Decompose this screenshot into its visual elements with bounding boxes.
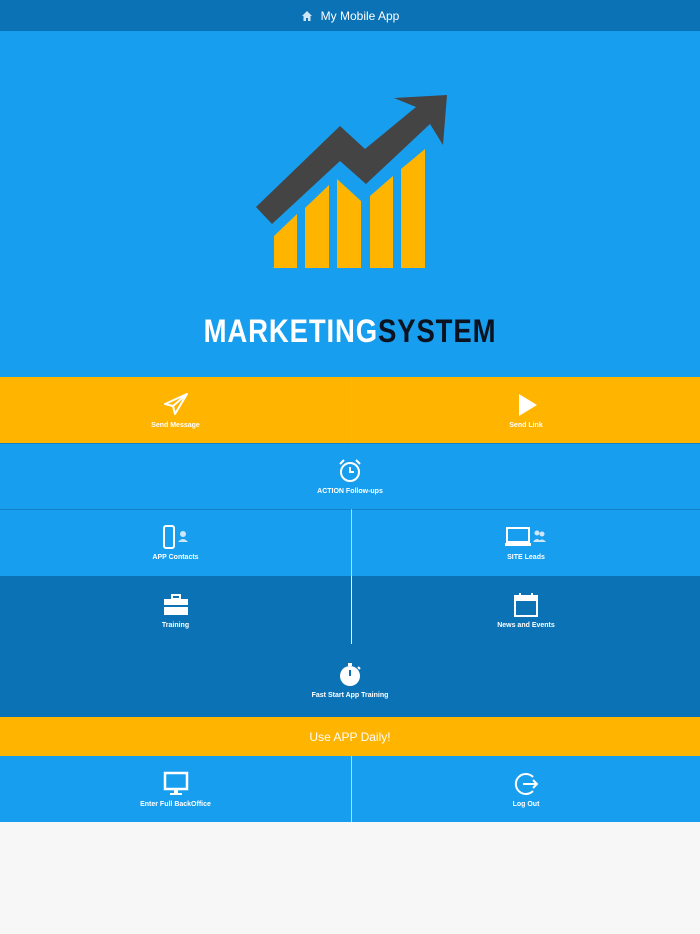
send-message-button[interactable]: Send Message	[0, 377, 351, 443]
logo-bar	[305, 185, 329, 268]
logo-bar	[401, 149, 425, 268]
send-link-label: Send Link	[509, 421, 543, 429]
alarm-clock-icon	[339, 458, 361, 482]
site-leads-label: SITE Leads	[507, 554, 545, 561]
log-out-label: Log Out	[512, 800, 540, 808]
hero-banner: MARKETINGSYSTEM	[0, 31, 700, 377]
site-leads-button[interactable]: SITE Leads	[352, 509, 700, 576]
logo-wordmark: MARKETINGSYSTEM	[49, 313, 651, 350]
banner-label: Use APP Daily!	[309, 729, 391, 744]
divider	[351, 509, 352, 576]
training-label: Training	[161, 621, 190, 629]
logo-bar	[274, 214, 297, 268]
enter-backoffice-button[interactable]: Enter Full BackOffice	[0, 756, 351, 822]
app-title: My Mobile App	[320, 8, 400, 23]
use-app-daily-banner[interactable]: Use APP Daily!	[0, 717, 700, 756]
logo-bar	[370, 176, 393, 268]
monitor-icon	[163, 771, 188, 795]
app-contacts-button[interactable]: APP Contacts	[0, 509, 351, 576]
send-message-label: Send Message	[151, 421, 200, 429]
paper-plane-icon	[163, 392, 188, 415]
training-button[interactable]: Training	[0, 576, 351, 644]
logo-word-system: SYSTEM	[378, 313, 497, 349]
logo-word-marketing: MARKETING	[203, 313, 379, 349]
divider	[351, 377, 352, 443]
stopwatch-icon	[340, 663, 361, 686]
home-icon[interactable]	[301, 10, 313, 22]
laptop-users-icon	[505, 527, 546, 546]
news-events-label: News and Events	[497, 621, 555, 629]
send-link-button[interactable]: Send Link	[352, 377, 700, 443]
action-followups-label: ACTION Follow-ups	[317, 487, 383, 495]
play-icon	[519, 393, 537, 416]
fast-start-training-button[interactable]: Fast Start App Training	[0, 644, 700, 717]
calendar-icon	[514, 592, 538, 617]
app-header: My Mobile App	[0, 0, 700, 31]
action-followups-button[interactable]: ACTION Follow-ups	[0, 443, 700, 509]
fast-start-training-label: Fast Start App Training	[311, 692, 389, 699]
app-contacts-label: APP Contacts	[152, 554, 199, 561]
news-events-button[interactable]: News and Events	[352, 576, 700, 644]
log-out-button[interactable]: Log Out	[352, 756, 700, 822]
divider	[0, 443, 700, 444]
divider	[351, 756, 352, 822]
logout-icon	[514, 772, 539, 795]
divider	[0, 509, 700, 510]
enter-backoffice-label: Enter Full BackOffice	[140, 800, 211, 808]
logo-bar	[337, 179, 361, 268]
phone-contact-icon	[162, 525, 188, 549]
briefcase-icon	[163, 593, 188, 615]
